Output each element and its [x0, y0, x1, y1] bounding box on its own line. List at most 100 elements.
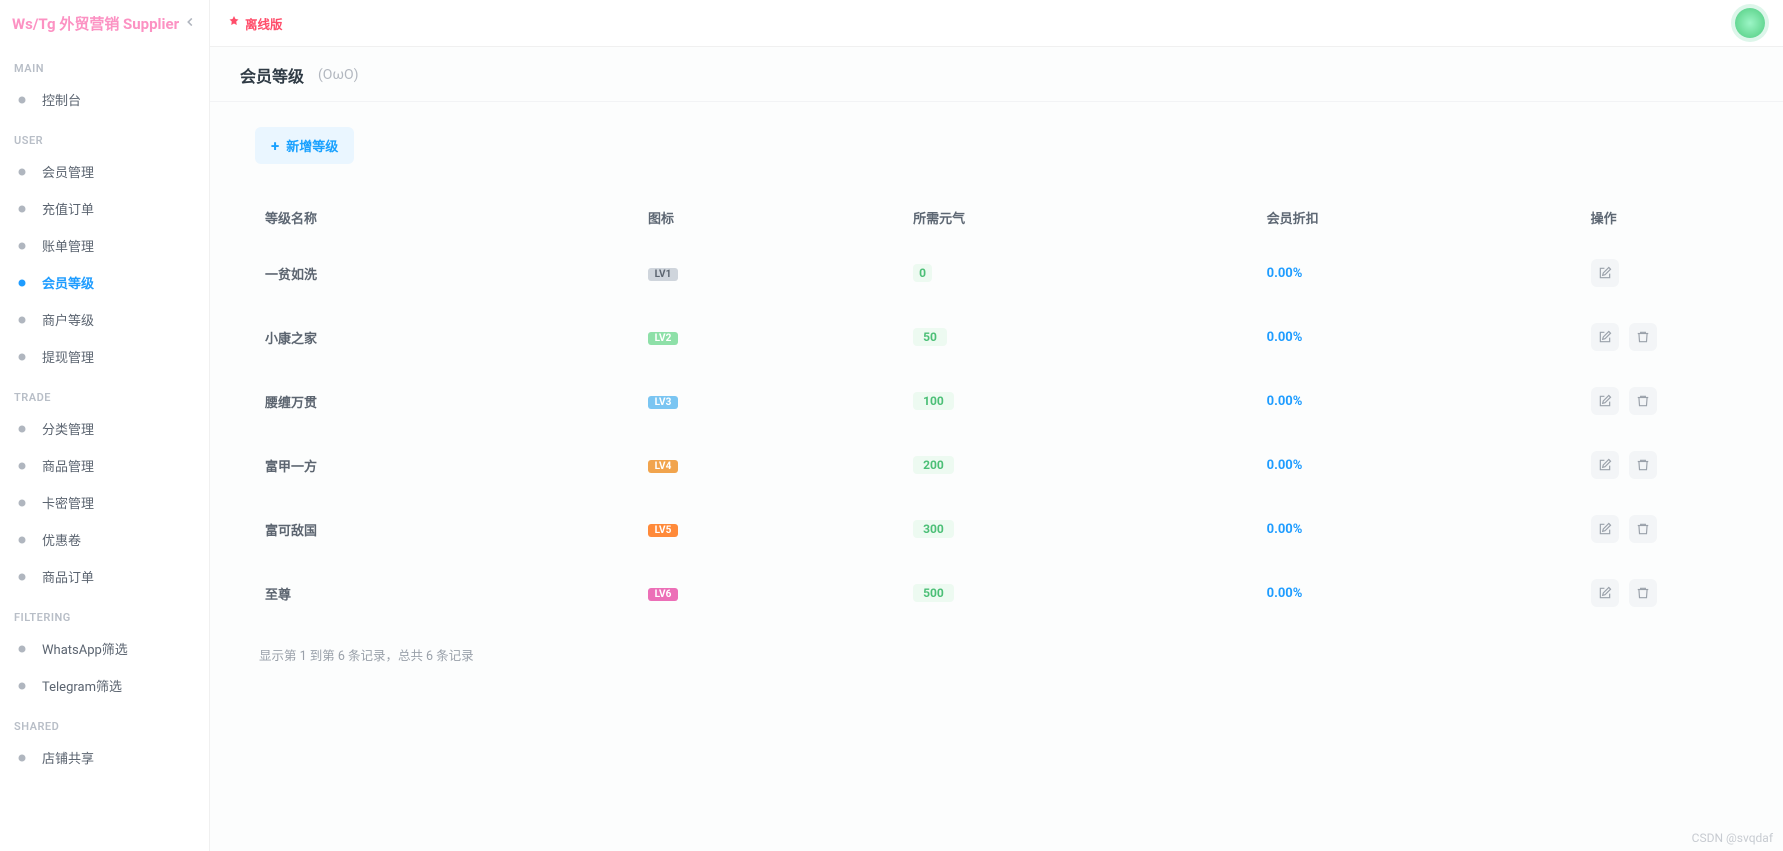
table-footer: 显示第 1 到第 6 条记录，总共 6 条记录: [255, 645, 1738, 664]
table-row: 富可敌国 LV5 3000.00%: [255, 497, 1728, 561]
section-label: SHARED: [0, 704, 209, 739]
points-badge: 200: [913, 456, 954, 474]
sidebar-item-label: 卡密管理: [42, 493, 94, 512]
table-row: 至尊LV65000.00%: [255, 561, 1728, 625]
delete-icon[interactable]: [1629, 387, 1657, 415]
sidebar-item[interactable]: 卡密管理: [0, 484, 209, 521]
sidebar-item[interactable]: 商户等级: [0, 301, 209, 338]
nav: MAIN控制台USER会员管理充值订单账单管理会员等级商户等级提现管理TRADE…: [0, 46, 209, 776]
level-icon: [14, 275, 30, 291]
share-icon: [14, 750, 30, 766]
ops-cell: [1581, 497, 1728, 561]
level-badge: LV4: [648, 460, 678, 473]
sidebar-item-label: 会员等级: [42, 273, 94, 292]
level-table: 等级名称 图标 所需元气 会员折扣 操作 一贫如洗LV100.00%小康之家LV…: [255, 194, 1728, 625]
edit-icon[interactable]: [1591, 579, 1619, 607]
ops-cell: [1581, 433, 1728, 497]
sidebar-item-label: 提现管理: [42, 347, 94, 366]
level-badge: LV1: [648, 268, 678, 281]
level-icon-cell: LV1: [638, 241, 903, 305]
level-name: 富可敌国: [255, 497, 638, 561]
edit-icon[interactable]: [1591, 259, 1619, 287]
col-name: 等级名称: [255, 194, 638, 241]
topbar: 离线版: [210, 0, 1783, 47]
offline-icon: [228, 15, 240, 31]
edit-icon[interactable]: [1591, 387, 1619, 415]
points-badge: 500: [913, 584, 954, 602]
page-header: 会员等级 (OωO): [210, 47, 1783, 102]
sidebar-item[interactable]: 店铺共享: [0, 739, 209, 776]
sidebar-item[interactable]: 控制台: [0, 81, 209, 118]
level-name: 一贫如洗: [255, 241, 638, 305]
sidebar-item-label: 商户等级: [42, 310, 94, 329]
edit-icon[interactable]: [1591, 323, 1619, 351]
card-icon: [14, 495, 30, 511]
discount-cell: 0.00%: [1257, 305, 1581, 369]
telegram-icon: [14, 678, 30, 694]
section-label: TRADE: [0, 375, 209, 410]
sidebar-item-label: 会员管理: [42, 162, 94, 181]
brand: Ws/Tg 外贸营销 Supplier: [12, 13, 179, 34]
sidebar-item[interactable]: WhatsApp筛选: [0, 630, 209, 667]
delete-icon[interactable]: [1629, 579, 1657, 607]
order-icon: [14, 201, 30, 217]
points-badge: 100: [913, 392, 954, 410]
content: + 新增等级 等级名称 图标 所需元气 会员折扣 操作 一贫如洗LV100.00…: [210, 102, 1783, 689]
sidebar-item[interactable]: 充值订单: [0, 190, 209, 227]
sidebar-item-label: 商品管理: [42, 456, 94, 475]
delete-icon[interactable]: [1629, 451, 1657, 479]
sidebar-item[interactable]: 商品管理: [0, 447, 209, 484]
plus-icon: +: [271, 137, 279, 155]
sidebar-item[interactable]: 账单管理: [0, 227, 209, 264]
sidebar-item[interactable]: 分类管理: [0, 410, 209, 447]
level-badge: LV3: [648, 396, 678, 409]
points-cell: 300: [903, 497, 1257, 561]
goods-icon: [14, 458, 30, 474]
delete-icon[interactable]: [1629, 323, 1657, 351]
edit-icon[interactable]: [1591, 451, 1619, 479]
col-discount: 会员折扣: [1257, 194, 1581, 241]
col-ops: 操作: [1581, 194, 1728, 241]
level-badge: LV5: [648, 524, 678, 537]
ops-cell: [1581, 561, 1728, 625]
withdraw-icon: [14, 349, 30, 365]
level-name: 腰缠万贯: [255, 369, 638, 433]
points-badge: 0: [913, 264, 932, 282]
level-icon-cell: LV2: [638, 305, 903, 369]
sidebar-item-label: 店铺共享: [42, 748, 94, 767]
delete-icon[interactable]: [1629, 515, 1657, 543]
user-icon: [14, 164, 30, 180]
sidebar-item[interactable]: 优惠卷: [0, 521, 209, 558]
avatar[interactable]: [1735, 8, 1765, 38]
section-label: MAIN: [0, 46, 209, 81]
level-name: 富甲一方: [255, 433, 638, 497]
sidebar-item[interactable]: 会员等级: [0, 264, 209, 301]
points-cell: 0: [903, 241, 1257, 305]
bill-icon: [14, 238, 30, 254]
sidebar-item[interactable]: Telegram筛选: [0, 667, 209, 704]
main: 离线版 会员等级 (OωO) + 新增等级 等级名称 图标 所需元气 会员折扣: [210, 0, 1783, 851]
ops-cell: [1581, 305, 1728, 369]
sidebar-item[interactable]: 会员管理: [0, 153, 209, 190]
level-icon-cell: LV3: [638, 369, 903, 433]
coupon-icon: [14, 532, 30, 548]
page-subtitle: (OωO): [318, 67, 358, 83]
watermark: CSDN @svqdaf: [1692, 831, 1773, 845]
sidebar-item[interactable]: 提现管理: [0, 338, 209, 375]
points-cell: 200: [903, 433, 1257, 497]
sidebar-item-label: 控制台: [42, 90, 81, 109]
sidebar-item-label: 优惠卷: [42, 530, 81, 549]
discount-cell: 0.00%: [1257, 561, 1581, 625]
add-level-button[interactable]: + 新增等级: [255, 127, 354, 164]
discount-cell: 0.00%: [1257, 497, 1581, 561]
edit-icon[interactable]: [1591, 515, 1619, 543]
sidebar: Ws/Tg 外贸营销 Supplier MAIN控制台USER会员管理充值订单账…: [0, 0, 210, 851]
level-icon-cell: LV4: [638, 433, 903, 497]
collapse-icon[interactable]: [183, 15, 197, 33]
section-label: FILTERING: [0, 595, 209, 630]
sidebar-item[interactable]: 商品订单: [0, 558, 209, 595]
level-icon-cell: LV5: [638, 497, 903, 561]
level-name: 小康之家: [255, 305, 638, 369]
sidebar-item-label: 分类管理: [42, 419, 94, 438]
whatsapp-icon: [14, 641, 30, 657]
